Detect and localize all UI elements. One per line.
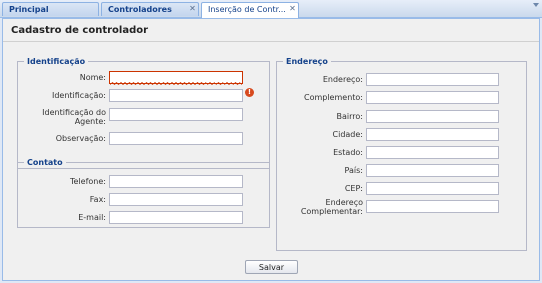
label-endereco-complementar-1: Endereço <box>325 198 363 207</box>
legend-endereco: Endereço <box>283 56 331 67</box>
identificacao-agente-input[interactable] <box>109 108 243 121</box>
fieldset-identificacao: Identificação Nome: ! Identificação: Ide… <box>17 56 270 169</box>
cep-input[interactable] <box>366 182 499 195</box>
fieldset-endereco: Endereço Endereço: Complemento: Bairro: … <box>276 56 527 251</box>
exclamation-icon[interactable]: ! <box>245 88 254 97</box>
tab-insercao-controlador[interactable]: Inserção de Contr... ✕ <box>201 2 299 18</box>
tab-controladores[interactable]: Controladores ✕ <box>101 2 199 16</box>
label-identificacao-agente-1: Identificação do <box>42 108 106 117</box>
label-identificacao-agente-2: Agente: <box>74 117 106 126</box>
legend-contato: Contato <box>24 157 66 168</box>
label-bairro: Bairro: <box>336 112 363 121</box>
endereco-input[interactable] <box>366 73 499 86</box>
label-endereco: Endereço: <box>322 75 363 84</box>
email-input[interactable] <box>109 211 243 224</box>
tab-controladores-label: Controladores <box>108 5 172 14</box>
fax-input[interactable] <box>109 193 243 206</box>
label-pais: País: <box>344 166 363 175</box>
chevron-down-icon[interactable] <box>533 3 539 7</box>
complemento-input[interactable] <box>366 91 499 104</box>
page-title: Cadastro de controlador <box>11 25 149 36</box>
bairro-input[interactable] <box>366 110 499 123</box>
label-observacao: Observação: <box>55 134 106 143</box>
tab-principal-label: Principal <box>9 5 49 14</box>
label-cidade: Cidade: <box>332 130 363 139</box>
label-complemento: Complemento: <box>303 93 363 102</box>
tab-insercao-label: Inserção de Contr... <box>208 5 286 14</box>
close-icon[interactable]: ✕ <box>288 5 297 14</box>
label-fax: Fax: <box>89 195 106 204</box>
identificacao-input[interactable] <box>109 89 243 102</box>
tab-strip: Principal Controladores ✕ Inserção de Co… <box>0 0 542 18</box>
cidade-input[interactable] <box>366 128 499 141</box>
invalid-underline <box>110 82 242 85</box>
observacao-input[interactable] <box>109 132 243 145</box>
label-email: E-mail: <box>78 213 106 222</box>
form-panel: Cadastro de controlador Identificação No… <box>2 18 540 281</box>
label-identificacao: Identificação: <box>51 91 106 100</box>
legend-identificacao: Identificação <box>24 56 89 67</box>
save-button[interactable]: Salvar <box>245 260 298 274</box>
endereco-complementar-input[interactable] <box>366 200 499 213</box>
label-estado: Estado: <box>333 148 363 157</box>
label-telefone: Telefone: <box>70 177 106 186</box>
telefone-input[interactable] <box>109 175 243 188</box>
label-endereco-complementar-2: Complementar: <box>300 207 363 216</box>
close-icon[interactable]: ✕ <box>188 5 197 14</box>
pais-input[interactable] <box>366 164 499 177</box>
title-divider <box>3 41 539 42</box>
label-cep: CEP: <box>344 184 363 193</box>
estado-input[interactable] <box>366 146 499 159</box>
tab-principal[interactable]: Principal <box>2 2 99 16</box>
fieldset-contato: Contato Telefone: Fax: E-mail: <box>17 157 270 228</box>
label-nome: Nome: <box>79 73 106 82</box>
